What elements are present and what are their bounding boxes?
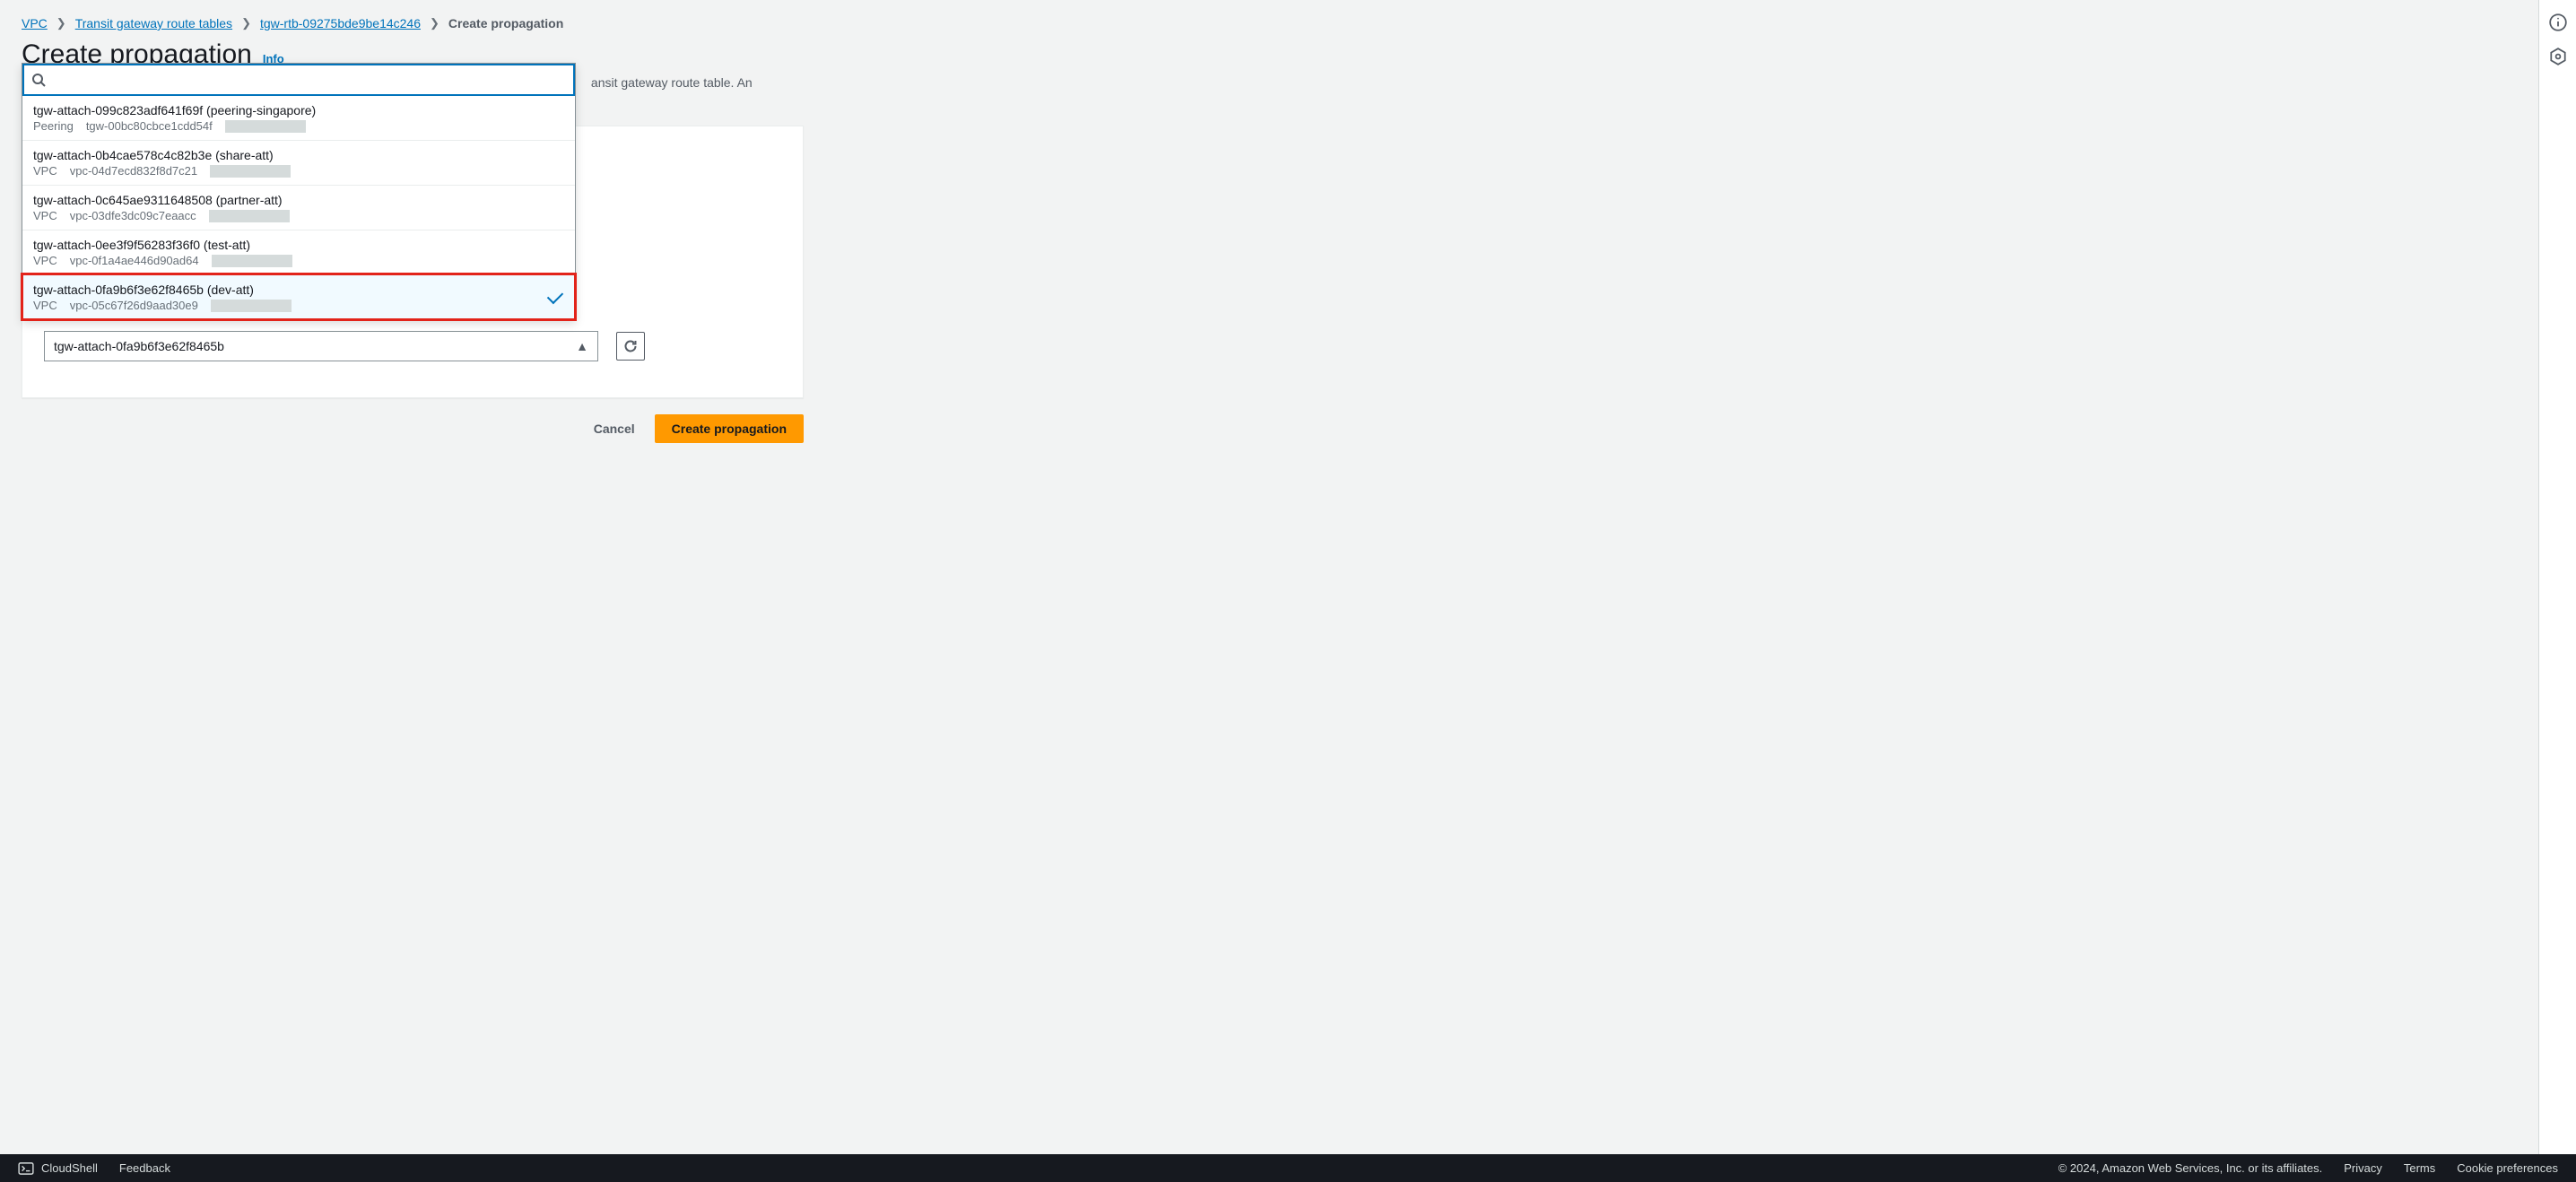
caret-up-icon: ▲ xyxy=(576,339,588,353)
console-footer: CloudShell Feedback © 2024, Amazon Web S… xyxy=(0,1154,2576,1182)
create-propagation-button[interactable]: Create propagation xyxy=(655,414,804,443)
feedback-link[interactable]: Feedback xyxy=(119,1161,170,1175)
terminal-icon xyxy=(18,1162,34,1175)
option-sub-id: vpc-0f1a4ae446d90ad64 xyxy=(70,254,199,267)
cancel-button[interactable]: Cancel xyxy=(594,422,635,436)
option-sub-id: vpc-04d7ecd832f8d7c21 xyxy=(70,164,197,178)
refresh-icon xyxy=(623,339,638,353)
copyright-text: © 2024, Amazon Web Services, Inc. or its… xyxy=(2058,1161,2323,1175)
cookie-preferences-link[interactable]: Cookie preferences xyxy=(2457,1161,2558,1175)
chevron-right-icon: ❯ xyxy=(241,16,251,30)
option-type: VPC xyxy=(33,254,57,267)
redacted-block xyxy=(211,300,292,312)
refresh-button[interactable] xyxy=(616,332,645,361)
dropdown-option[interactable]: tgw-attach-0ee3f9f56283f36f0 (test-att) … xyxy=(22,230,575,274)
redacted-block xyxy=(209,210,290,222)
option-type: VPC xyxy=(33,299,57,312)
settings-panel-toggle[interactable] xyxy=(2548,47,2568,66)
option-type: VPC xyxy=(33,209,57,222)
option-primary: tgw-attach-0b4cae578c4c82b3e (share-att) xyxy=(33,148,564,162)
redacted-block xyxy=(225,120,306,133)
option-sub-id: vpc-03dfe3dc09c7eaacc xyxy=(70,209,196,222)
help-panel-rail xyxy=(2538,0,2576,1154)
breadcrumb-vpc[interactable]: VPC xyxy=(22,16,48,30)
dropdown-options-list: tgw-attach-099c823adf641f69f (peering-si… xyxy=(22,96,575,319)
breadcrumb-route-table-id[interactable]: tgw-rtb-09275bde9be14c246 xyxy=(260,16,421,30)
breadcrumb-current: Create propagation xyxy=(448,16,563,30)
redacted-block xyxy=(210,165,291,178)
option-type: VPC xyxy=(33,164,57,178)
breadcrumb: VPC ❯ Transit gateway route tables ❯ tgw… xyxy=(22,16,2513,30)
option-primary: tgw-attach-0ee3f9f56283f36f0 (test-att) xyxy=(33,238,564,252)
redacted-block xyxy=(212,255,292,267)
form-actions: Cancel Create propagation xyxy=(22,414,804,443)
option-sub-id: vpc-05c67f26d9aad30e9 xyxy=(70,299,198,312)
terms-link[interactable]: Terms xyxy=(2404,1161,2435,1175)
attachment-select-value: tgw-attach-0fa9b6f3e62f8465b xyxy=(54,339,224,353)
dropdown-search[interactable] xyxy=(22,64,575,96)
info-circle-icon xyxy=(2548,13,2568,32)
info-panel-toggle[interactable] xyxy=(2548,13,2568,32)
attachment-select[interactable]: tgw-attach-0fa9b6f3e62f8465b ▲ xyxy=(44,331,598,361)
privacy-link[interactable]: Privacy xyxy=(2344,1161,2382,1175)
option-type: Peering xyxy=(33,119,74,133)
search-icon xyxy=(31,73,46,87)
dropdown-search-input[interactable] xyxy=(53,65,566,94)
dropdown-option[interactable]: tgw-attach-0c645ae9311648508 (partner-at… xyxy=(22,185,575,230)
attachment-dropdown: tgw-attach-099c823adf641f69f (peering-si… xyxy=(22,63,576,320)
breadcrumb-route-tables[interactable]: Transit gateway route tables xyxy=(75,16,232,30)
hexagon-icon xyxy=(2548,47,2568,66)
option-primary: tgw-attach-099c823adf641f69f (peering-si… xyxy=(33,103,564,117)
dropdown-option-selected[interactable]: tgw-attach-0fa9b6f3e62f8465b (dev-att) V… xyxy=(22,274,575,319)
chevron-right-icon: ❯ xyxy=(430,16,439,30)
option-sub-id: tgw-00bc80cbce1cdd54f xyxy=(86,119,213,133)
cloudshell-button[interactable]: CloudShell xyxy=(18,1161,98,1175)
option-primary: tgw-attach-0c645ae9311648508 (partner-at… xyxy=(33,193,564,207)
dropdown-option[interactable]: tgw-attach-099c823adf641f69f (peering-si… xyxy=(22,96,575,140)
cloudshell-label: CloudShell xyxy=(41,1161,98,1175)
chevron-right-icon: ❯ xyxy=(57,16,66,30)
dropdown-option[interactable]: tgw-attach-0b4cae578c4c82b3e (share-att)… xyxy=(22,140,575,185)
option-primary: tgw-attach-0fa9b6f3e62f8465b (dev-att) xyxy=(33,282,564,297)
